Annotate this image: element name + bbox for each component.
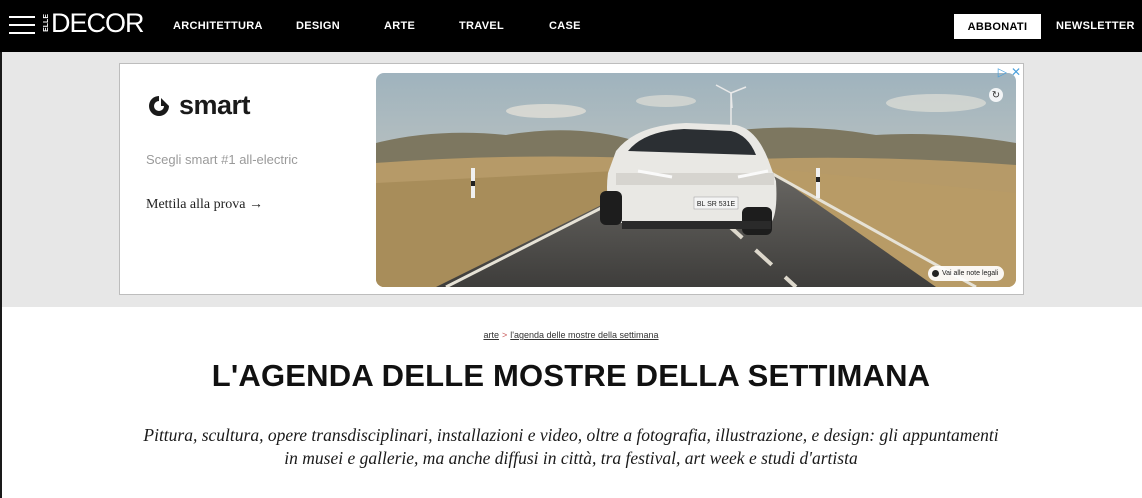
site-logo[interactable]: ELLE DECOR — [43, 6, 145, 40]
brand-logo[interactable]: smart — [147, 90, 251, 121]
advertisement[interactable]: smart Scegli smart #1 all-electric Metti… — [119, 63, 1024, 295]
adchoices[interactable]: ▷ ✕ — [998, 65, 1021, 79]
close-icon[interactable]: ✕ — [1011, 65, 1021, 79]
ad-cta-link[interactable]: Mettila alla prova → — [146, 197, 263, 213]
nav-item-design[interactable]: DESIGN — [296, 20, 340, 32]
nav-item-case[interactable]: CASE — [549, 20, 581, 32]
replay-icon[interactable]: ↻ — [989, 88, 1003, 102]
page-title: L'AGENDA DELLE MOSTRE DELLA SETTIMANA — [211, 358, 931, 393]
top-nav: ELLE DECOR ARCHITETTURA DESIGN ARTE TRAV… — [0, 0, 1142, 52]
newsletter-link[interactable]: NEWSLETTER — [1056, 20, 1135, 32]
breadcrumb-current[interactable]: l'agenda delle mostre della settimana — [510, 330, 658, 340]
menu-icon[interactable] — [9, 14, 35, 36]
nav-item-travel[interactable]: TRAVEL — [459, 20, 504, 32]
dek-line-2: in musei e gallerie, ma anche diffusi in… — [284, 448, 858, 468]
brand-name: smart — [179, 90, 251, 120]
breadcrumb-section[interactable]: arte — [483, 330, 499, 340]
subscribe-button[interactable]: ABBONATI — [954, 14, 1041, 39]
breadcrumb: arte > l'agenda delle mostre della settima… — [0, 330, 1142, 340]
smart-logo-icon — [149, 95, 169, 116]
legal-notes-label: Vai alle note legali — [942, 270, 999, 277]
info-icon — [932, 270, 939, 277]
nav-item-arte[interactable]: ARTE — [384, 20, 415, 32]
adchoices-icon[interactable]: ▷ — [998, 65, 1007, 79]
ad-image[interactable]: BL SR 531E ↻ Vai alle note legali — [376, 73, 1016, 287]
legal-notes-button[interactable]: Vai alle note legali — [928, 266, 1005, 281]
dek-line-1: Pittura, scultura, opere transdisciplina… — [143, 425, 999, 445]
ad-tagline: Scegli smart #1 all-electric — [146, 152, 298, 167]
breadcrumb-separator: > — [501, 330, 508, 340]
nav-item-architettura[interactable]: ARCHITETTURA — [173, 20, 263, 32]
logo-prefix: ELLE — [43, 14, 50, 32]
article-dek: Pittura, scultura, opere transdisciplina… — [30, 424, 1112, 470]
logo-text: DECOR — [51, 7, 145, 38]
license-plate: BL SR 531E — [697, 201, 736, 208]
